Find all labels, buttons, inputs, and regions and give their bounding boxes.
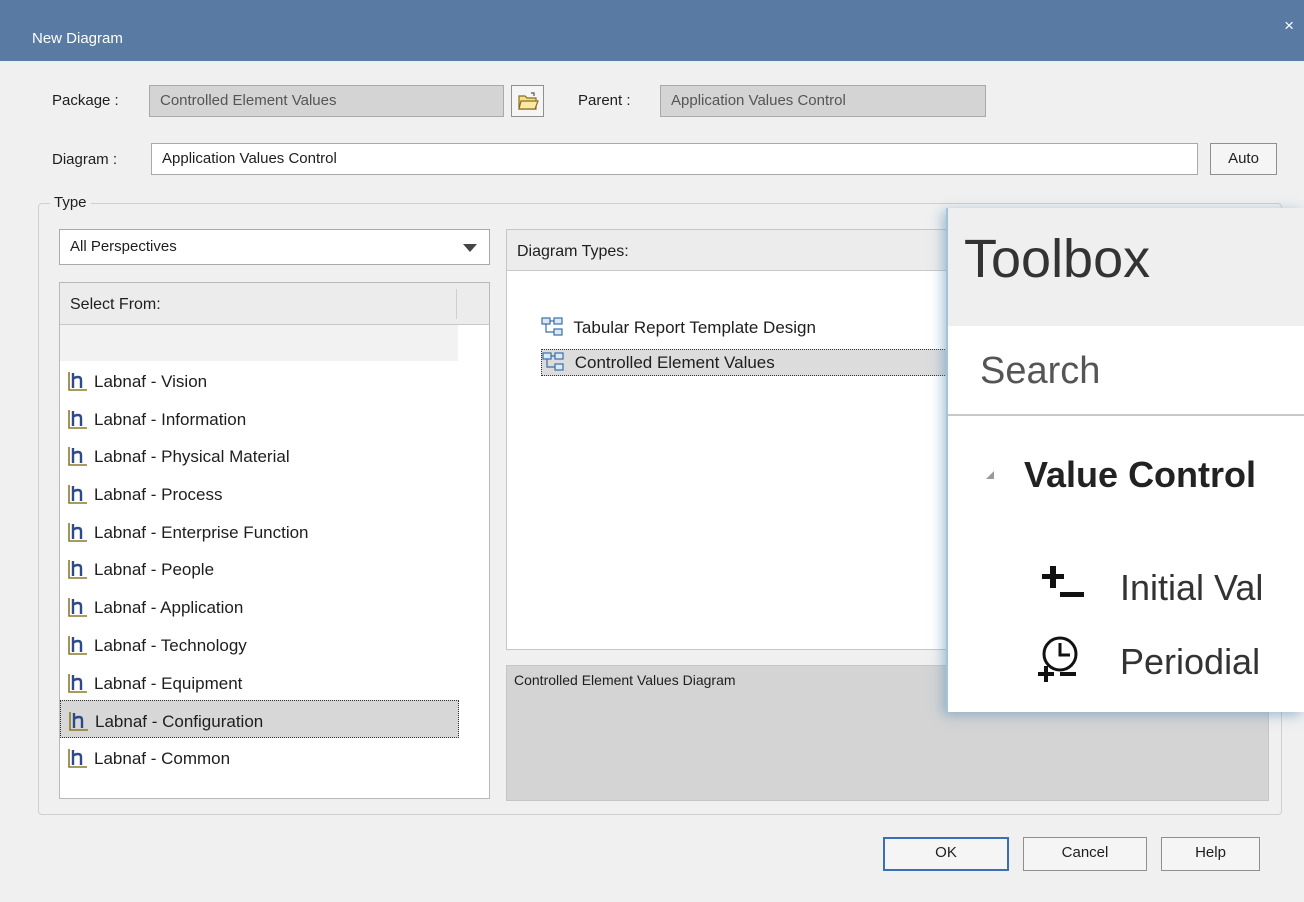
expand-triangle-icon[interactable] [986, 471, 994, 479]
toolbox-title: Toolbox [948, 208, 1304, 326]
select-from-list[interactable]: Select From: Labnaf - Vision Labnaf - Inf… [59, 282, 490, 799]
technology-icon [68, 598, 87, 617]
toolbox-item-periodial[interactable]: Periodial [1030, 634, 1260, 684]
list-item-label: Labnaf - Vision [94, 372, 208, 391]
diagram-label: Diagram : [52, 151, 118, 168]
technology-icon [68, 409, 87, 429]
perspective-dropdown[interactable]: All Perspectives [59, 229, 490, 265]
help-button[interactable]: Help [1161, 837, 1260, 871]
list-blank-row [60, 325, 458, 361]
toolbox-group-label: Value Control [1024, 454, 1257, 495]
technology-icon [68, 485, 87, 504]
parent-label: Parent : [578, 92, 631, 109]
diagram-type-icon [541, 317, 563, 336]
package-field: Controlled Element Values [149, 85, 504, 117]
diagram-type-icon [542, 352, 564, 371]
perspective-value: All Perspectives [70, 238, 177, 255]
clock-plus-minus-icon [1038, 636, 1078, 682]
technology-icon [68, 673, 87, 693]
cancel-button[interactable]: Cancel [1023, 837, 1147, 871]
diagram-type-label: Controlled Element Values [574, 353, 775, 372]
type-group-label: Type [50, 194, 91, 211]
ok-button[interactable]: OK [883, 837, 1009, 871]
toolbox-group-value-control[interactable]: Value Control [948, 454, 1256, 500]
parent-field: Application Values Control [660, 85, 986, 117]
diagram-name-input[interactable]: Application Values Control [151, 143, 1198, 175]
list-item[interactable]: Labnaf - Technology [60, 625, 489, 663]
list-item-label: Labnaf - Common [94, 748, 231, 768]
diagram-type-label: Tabular Report Template Design [573, 318, 816, 337]
close-icon[interactable]: × [1284, 16, 1294, 36]
technology-icon [68, 560, 87, 580]
list-item[interactable]: Labnaf - Vision [60, 361, 489, 399]
title-bar: New Diagram × [0, 0, 1304, 61]
list-item[interactable]: Labnaf - Enterprise Function [60, 512, 489, 550]
technology-icon [68, 372, 87, 391]
technology-icon [68, 522, 87, 542]
plus-minus-icon [1042, 566, 1084, 597]
list-header: Select From: [60, 283, 489, 325]
browse-package-button[interactable] [511, 85, 544, 117]
toolbox-item-label: Initial Val [1120, 567, 1264, 608]
list-item-label: Labnaf - Technology [94, 635, 247, 655]
technology-icon [68, 748, 87, 768]
auto-button[interactable]: Auto [1210, 143, 1277, 175]
chevron-down-icon[interactable] [463, 244, 477, 252]
list-item-label: Labnaf - Configuration [95, 712, 264, 732]
select-from-header: Select From: [70, 296, 161, 313]
list-item-label: Labnaf - Enterprise Function [94, 522, 309, 542]
list-item-label: Labnaf - Physical Material [94, 447, 290, 467]
diagram-type-item[interactable]: Tabular Report Template Design [541, 315, 820, 340]
technology-icon [68, 447, 87, 467]
list-item[interactable]: Labnaf - Configuration [60, 700, 459, 738]
diagram-type-item-selected[interactable]: Controlled Element Values [541, 349, 961, 376]
toolbox-item-label: Periodial [1120, 641, 1261, 682]
list-item-label: Labnaf - Application [94, 598, 244, 618]
list-item[interactable]: Labnaf - Physical Material [60, 436, 489, 474]
list-item-label: Labnaf - Equipment [94, 673, 243, 693]
list-item[interactable]: Labnaf - Information [60, 399, 489, 437]
list-item[interactable]: Labnaf - Process [60, 474, 489, 512]
list-item-label: Labnaf - Process [94, 485, 223, 505]
toolbox-search-input[interactable]: Search [948, 326, 1304, 416]
technology-list: Labnaf - Vision Labnaf - Information Labna… [60, 361, 489, 776]
toolbox-item-initial-value[interactable]: Initial Val [1030, 560, 1263, 610]
column-separator[interactable] [456, 289, 457, 319]
toolbox-zoom-overlay: Toolbox Search Value Control Initial Val… [946, 208, 1304, 712]
list-item-label: Labnaf - Information [94, 409, 247, 429]
list-item[interactable]: Labnaf - Equipment [60, 663, 489, 701]
list-item[interactable]: Labnaf - Common [60, 738, 489, 776]
list-item[interactable]: Labnaf - People [60, 549, 489, 587]
list-item-label: Labnaf - People [94, 560, 215, 580]
technology-icon [69, 712, 88, 731]
folder-open-icon [518, 92, 539, 110]
list-item[interactable]: Labnaf - Application [60, 587, 489, 625]
package-label: Package : [52, 92, 119, 109]
window-title: New Diagram [32, 30, 123, 47]
technology-icon [68, 635, 87, 655]
